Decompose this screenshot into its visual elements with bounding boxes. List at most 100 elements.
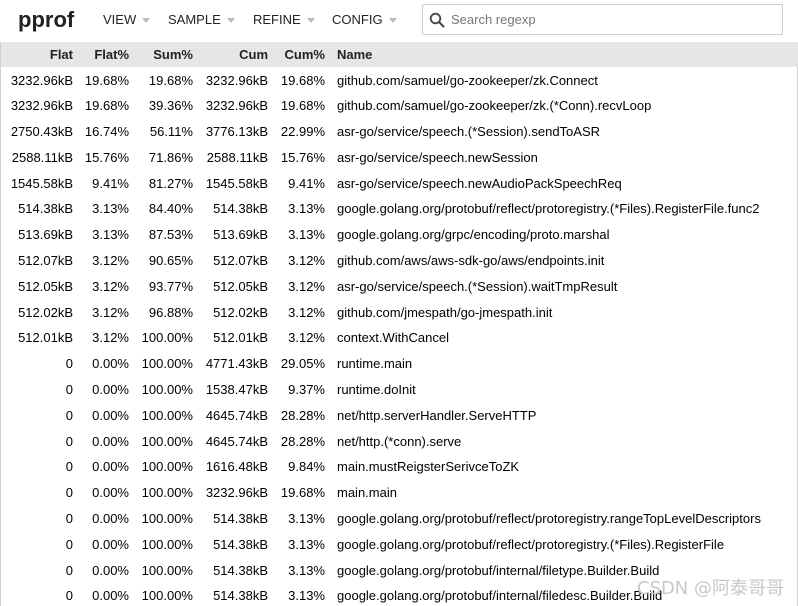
cell-cum-percent: 22.99% bbox=[280, 123, 325, 139]
column-header-cum-percent[interactable]: Cum% bbox=[268, 42, 325, 67]
cell-flat: 0 bbox=[65, 562, 73, 578]
cell-cum-percent: 3.13% bbox=[288, 510, 325, 526]
table-row[interactable]: 0 0.00% 100.00% 3232.96kB 19.68% main.main bbox=[1, 480, 798, 506]
cell-cum-percent: 28.28% bbox=[280, 433, 325, 449]
cell-cum-percent: 29.05% bbox=[280, 356, 325, 372]
cell-flat-percent: 0.00% bbox=[92, 356, 129, 372]
cell-cum-percent: 3.12% bbox=[288, 330, 325, 346]
cell-flat-percent: 0.00% bbox=[92, 433, 129, 449]
table-row[interactable]: 512.05kB 3.12% 93.77% 512.05kB 3.12% asr-go/s… bbox=[1, 273, 798, 299]
cell-name: google.golang.org/protobuf/reflect/proto… bbox=[337, 510, 761, 526]
table-row[interactable]: 513.69kB 3.13% 87.53% 513.69kB 3.13% google.g… bbox=[1, 222, 798, 248]
cell-cum-percent: 9.41% bbox=[288, 175, 325, 191]
top-bar: pprof VIEW SAMPLE REFINE CONFIG bbox=[0, 0, 798, 42]
cell-flat-percent: 0.00% bbox=[92, 562, 129, 578]
table-row[interactable]: 3232.96kB 19.68% 19.68% 3232.96kB 19.68% gith… bbox=[1, 67, 798, 93]
cell-flat: 0 bbox=[65, 433, 73, 449]
cell-flat-percent: 3.12% bbox=[92, 304, 129, 320]
cell-cum: 514.38kB bbox=[213, 510, 268, 526]
view-menu[interactable]: VIEW bbox=[103, 12, 151, 27]
cell-flat: 2588.11kB bbox=[11, 149, 73, 165]
column-header-sum-percent[interactable]: Sum% bbox=[129, 42, 193, 67]
app-logo[interactable]: pprof bbox=[18, 7, 74, 33]
cell-cum-percent: 3.13% bbox=[288, 536, 325, 552]
cell-sum-percent: 93.77% bbox=[148, 278, 193, 294]
table-row[interactable]: 0 0.00% 100.00% 1616.48kB 9.84% main.mustReig… bbox=[1, 454, 798, 480]
cell-cum-percent: 15.76% bbox=[280, 149, 325, 165]
cell-flat: 0 bbox=[65, 459, 73, 475]
table-row[interactable]: 2588.11kB 15.76% 71.86% 2588.11kB 15.76% asr-… bbox=[1, 144, 798, 170]
table-row[interactable]: 2750.43kB 16.74% 56.11% 3776.13kB 22.99% asr-… bbox=[1, 119, 798, 145]
cell-name: github.com/samuel/go-zookeeper/zk.Connec… bbox=[337, 73, 598, 89]
cell-flat: 512.01kB bbox=[18, 330, 73, 346]
table-row[interactable]: 0 0.00% 100.00% 4645.74kB 28.28% net/http.(*c… bbox=[1, 428, 798, 454]
cell-flat-percent: 0.00% bbox=[92, 536, 129, 552]
cell-sum-percent: 100.00% bbox=[141, 381, 193, 397]
chevron-down-icon bbox=[388, 17, 397, 23]
cell-cum-percent: 19.68% bbox=[280, 73, 325, 89]
cell-name: google.golang.org/protobuf/reflect/proto… bbox=[337, 201, 760, 217]
cell-sum-percent: 39.36% bbox=[148, 98, 193, 114]
cell-name: main.main bbox=[337, 485, 397, 501]
cell-flat-percent: 3.12% bbox=[92, 252, 129, 268]
sample-menu[interactable]: SAMPLE bbox=[168, 12, 235, 27]
refine-menu[interactable]: REFINE bbox=[253, 12, 315, 27]
cell-cum: 512.01kB bbox=[213, 330, 268, 346]
cell-flat: 513.69kB bbox=[18, 227, 73, 243]
table-row[interactable]: 0 0.00% 100.00% 514.38kB 3.13% google.golang.… bbox=[1, 506, 798, 532]
column-header-cum[interactable]: Cum bbox=[193, 42, 268, 67]
cell-cum-percent: 19.68% bbox=[280, 98, 325, 114]
table-body: 3232.96kB 19.68% 19.68% 3232.96kB 19.68% gith… bbox=[1, 67, 798, 606]
cell-sum-percent: 100.00% bbox=[141, 485, 193, 501]
table-row[interactable]: 512.02kB 3.12% 96.88% 512.02kB 3.12% github.c… bbox=[1, 299, 798, 325]
cell-cum: 514.38kB bbox=[213, 536, 268, 552]
cell-sum-percent: 100.00% bbox=[141, 536, 193, 552]
table-row[interactable]: 512.01kB 3.12% 100.00% 512.01kB 3.12% context… bbox=[1, 325, 798, 351]
table-row[interactable]: 1545.58kB 9.41% 81.27% 1545.58kB 9.41% asr-go… bbox=[1, 170, 798, 196]
cell-cum: 4645.74kB bbox=[205, 407, 268, 423]
cell-cum: 513.69kB bbox=[213, 227, 268, 243]
cell-sum-percent: 71.86% bbox=[148, 149, 193, 165]
table-row[interactable]: 0 0.00% 100.00% 4771.43kB 29.05% runtime.main bbox=[1, 351, 798, 377]
cell-cum-percent: 3.13% bbox=[288, 562, 325, 578]
config-menu-label: CONFIG bbox=[332, 12, 383, 27]
search-box[interactable] bbox=[422, 4, 783, 35]
column-header-flat[interactable]: Flat bbox=[1, 42, 73, 67]
cell-cum-percent: 9.84% bbox=[288, 459, 325, 475]
column-header-flat-percent[interactable]: Flat% bbox=[73, 42, 129, 67]
cell-flat: 512.02kB bbox=[18, 304, 73, 320]
cell-flat: 514.38kB bbox=[18, 201, 73, 217]
cell-flat: 512.05kB bbox=[18, 278, 73, 294]
cell-cum-percent: 3.12% bbox=[288, 252, 325, 268]
cell-name: runtime.main bbox=[337, 356, 413, 372]
cell-sum-percent: 100.00% bbox=[141, 588, 193, 604]
cell-name: asr-go/service/speech.(*Session).waitTmp… bbox=[337, 278, 618, 294]
column-header-name[interactable]: Name bbox=[325, 42, 798, 67]
watermark: CSDN @阿泰哥哥 bbox=[636, 578, 784, 599]
table-row[interactable]: 3232.96kB 19.68% 39.36% 3232.96kB 19.68% gith… bbox=[1, 93, 798, 119]
cell-flat-percent: 9.41% bbox=[92, 175, 129, 191]
table-row[interactable]: 0 0.00% 100.00% 1538.47kB 9.37% runtime.doIni… bbox=[1, 377, 798, 403]
cell-cum-percent: 3.12% bbox=[288, 304, 325, 320]
cell-cum: 3232.96kB bbox=[205, 98, 268, 114]
cell-cum: 3232.96kB bbox=[205, 485, 268, 501]
cell-cum: 1616.48kB bbox=[205, 459, 268, 475]
table-row[interactable]: 0 0.00% 100.00% 4645.74kB 28.28% net/http.ser… bbox=[1, 402, 798, 428]
cell-cum-percent: 3.13% bbox=[288, 227, 325, 243]
cell-sum-percent: 100.00% bbox=[141, 407, 193, 423]
table-row[interactable]: 512.07kB 3.12% 90.65% 512.07kB 3.12% github.c… bbox=[1, 248, 798, 274]
cell-flat: 0 bbox=[65, 485, 73, 501]
table-header-row: Flat Flat% Sum% Cum Cum% Name bbox=[1, 42, 798, 67]
config-menu[interactable]: CONFIG bbox=[332, 12, 397, 27]
cell-flat-percent: 0.00% bbox=[92, 510, 129, 526]
sample-menu-label: SAMPLE bbox=[168, 12, 221, 27]
cell-cum: 514.38kB bbox=[213, 562, 268, 578]
cell-flat-percent: 3.13% bbox=[92, 201, 129, 217]
cell-flat-percent: 3.13% bbox=[92, 227, 129, 243]
search-input[interactable] bbox=[451, 6, 771, 33]
table-row[interactable]: 514.38kB 3.13% 84.40% 514.38kB 3.13% google.g… bbox=[1, 196, 798, 222]
cell-sum-percent: 100.00% bbox=[141, 459, 193, 475]
cell-name: asr-go/service/speech.newAudioPackSpeech… bbox=[337, 175, 622, 191]
table-row[interactable]: 0 0.00% 100.00% 514.38kB 3.13% google.golang.… bbox=[1, 531, 798, 557]
cell-flat-percent: 19.68% bbox=[84, 73, 129, 89]
